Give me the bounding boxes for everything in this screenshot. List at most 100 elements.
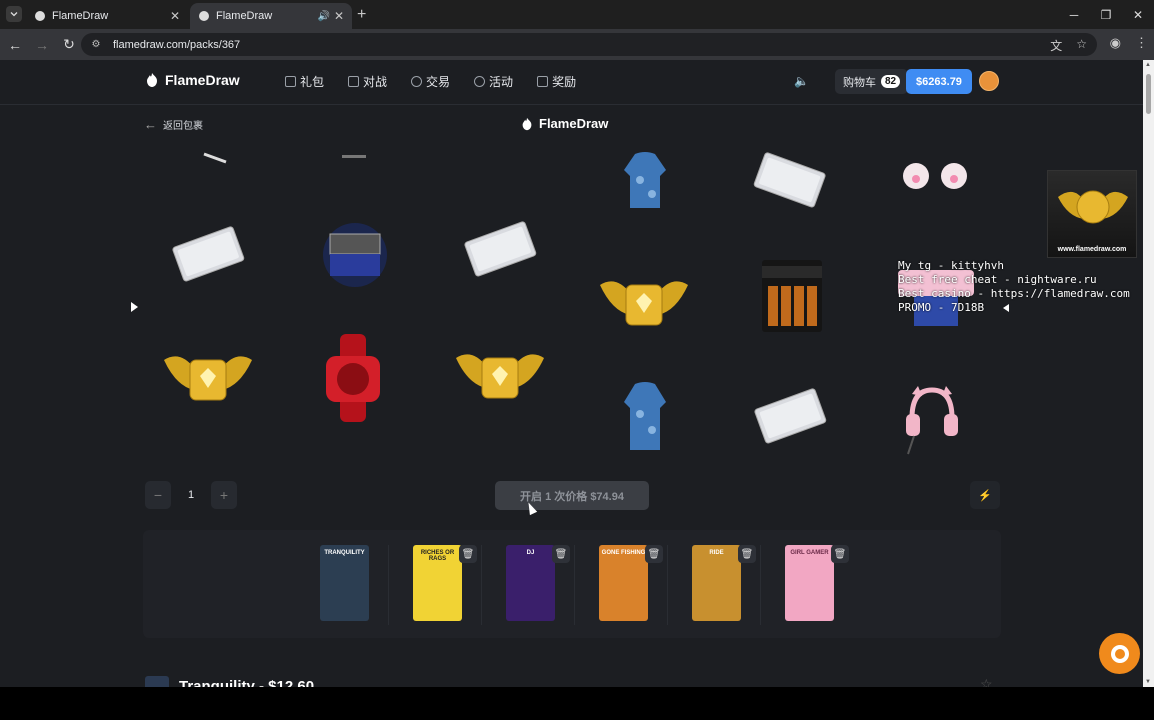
browser-toolbar: ← → ↻ ⚙ flamedraw.com/packs/367 文 ☆ ◉ ⋮ <box>0 29 1154 60</box>
trash-icon[interactable]: 🗑 <box>831 545 849 563</box>
pack-item[interactable]: GIRL GAMER 🗑 <box>766 545 854 625</box>
support-chat-button[interactable] <box>1099 633 1140 674</box>
url-text[interactable]: flamedraw.com/packs/367 <box>113 39 240 51</box>
menu-label: 奖励 <box>552 75 577 89</box>
item-partial <box>342 155 366 158</box>
profile-icon[interactable]: ◉ <box>1110 35 1121 51</box>
reward-icon <box>537 76 549 87</box>
chevron-down-icon <box>10 12 18 17</box>
open-pack-button[interactable]: 开启 1 次价格 $74.94 <box>495 481 649 510</box>
menu-item-rewards[interactable]: 奖励 <box>537 73 576 90</box>
pink-cat-headphones-item <box>906 386 958 455</box>
flamedraw-favicon <box>199 11 209 21</box>
pack-item[interactable]: GONE FISHING 🗑 <box>580 545 668 625</box>
volume-icon[interactable]: 🔈 <box>794 74 809 88</box>
site-logo[interactable]: FlameDraw <box>144 72 240 88</box>
pack-card: RIDE <box>692 545 741 621</box>
overlay-line: PROMO - 7D18B <box>898 301 985 314</box>
pack-item[interactable]: DJ 🗑 <box>487 545 575 625</box>
trash-icon[interactable]: 🗑 <box>645 545 663 563</box>
cat-paw-grips-item <box>903 163 967 189</box>
item-box-item <box>323 223 387 287</box>
overlay-line: Best casino - https://flamedraw.com <box>898 287 1130 300</box>
decrement-button[interactable]: − <box>145 481 171 509</box>
new-tab-button[interactable]: + <box>357 6 366 24</box>
pack-item[interactable]: RIDE 🗑 <box>673 545 761 625</box>
silver-ticket-item <box>172 226 245 282</box>
pack-name: RICHES OR RAGS <box>420 550 455 562</box>
bookmark-star-icon[interactable]: ☆ <box>1076 37 1087 54</box>
quantity-value[interactable]: 1 <box>171 489 211 501</box>
back-button[interactable]: ← <box>3 33 27 57</box>
trade-icon <box>411 76 423 87</box>
browser-tab-active[interactable]: FlameDraw 🔊 ✕ <box>190 3 352 29</box>
gold-badge-logo <box>1058 190 1128 224</box>
avatar[interactable] <box>979 71 999 91</box>
pack-title: Tranquility - $12.60 <box>179 677 315 688</box>
site-info-icon[interactable]: ⚙ <box>89 38 103 52</box>
pack-item[interactable]: TRANQUILITY <box>301 545 389 625</box>
scroll-up-icon[interactable]: ▲ <box>1145 62 1151 68</box>
increment-button[interactable]: + <box>211 481 237 509</box>
pack-name: GONE FISHING <box>601 550 646 556</box>
gold-wings-badge-item <box>600 281 688 326</box>
overlay-line: My tg - kittyhvh <box>898 259 1004 272</box>
selected-packs-panel: TRANQUILITY RICHES OR RAGS 🗑 DJ 🗑 GONE F… <box>143 530 1001 638</box>
tab-search-button[interactable] <box>6 6 22 22</box>
trash-icon[interactable]: 🗑 <box>552 545 570 563</box>
fast-open-button[interactable]: ⚡ <box>970 481 1000 509</box>
silver-ticket-item <box>754 388 827 444</box>
close-tab-icon[interactable]: ✕ <box>170 9 180 23</box>
reel-indicator-left <box>131 302 138 312</box>
reload-button[interactable]: ↻ <box>57 33 81 57</box>
pack-name: RIDE <box>709 550 724 556</box>
pack-item[interactable]: RICHES OR RAGS 🗑 <box>394 545 482 625</box>
menu-label: 对战 <box>363 75 388 89</box>
translate-icon[interactable]: 文 <box>1050 37 1062 54</box>
chat-icon <box>1110 644 1129 663</box>
menu-item-events[interactable]: 活动 <box>474 73 513 90</box>
more-menu-icon[interactable]: ⋮ <box>1135 35 1148 51</box>
star-icon[interactable]: ☆ <box>980 676 993 687</box>
tab-audio-icon[interactable]: 🔊 <box>317 11 329 22</box>
window-controls: ─ ❐ ✕ <box>1058 0 1154 29</box>
menu-label: 活动 <box>489 75 514 89</box>
pack-card: RICHES OR RAGS <box>413 545 462 621</box>
flame-logo-icon <box>147 73 157 87</box>
pack-thumbnail <box>145 676 169 687</box>
maximize-button[interactable]: ❐ <box>1090 0 1122 29</box>
menu-item-battles[interactable]: 对战 <box>348 73 387 90</box>
browser-tab[interactable]: FlameDraw ✕ <box>26 3 188 29</box>
center-brand: FlameDraw <box>520 116 608 131</box>
menu-item-gifts[interactable]: 礼包 <box>285 73 324 90</box>
balance-button[interactable]: $6263.79 <box>906 69 972 94</box>
page-content: FlameDraw 礼包 对战 交易 活动 奖励 🔈 购物车 82 $6263.… <box>0 60 1143 687</box>
cart-button[interactable]: 购物车 82 <box>835 69 909 94</box>
knife-item-partial <box>203 152 227 164</box>
close-window-button[interactable]: ✕ <box>1122 0 1154 29</box>
cart-count-badge: 82 <box>881 75 901 88</box>
forward-button[interactable]: → <box>30 33 54 57</box>
menu-item-trade[interactable]: 交易 <box>411 73 450 90</box>
minimize-button[interactable]: ─ <box>1058 0 1090 29</box>
site-header: FlameDraw 礼包 对战 交易 活动 奖励 🔈 购物车 82 $6263.… <box>0 60 1143 105</box>
blue-camo-hoodie-item <box>624 382 666 450</box>
close-tab-icon[interactable]: ✕ <box>334 9 344 23</box>
trash-icon[interactable]: 🗑 <box>738 545 756 563</box>
scroll-down-icon[interactable]: ▼ <box>1145 679 1151 685</box>
flamedraw-badge-image: www.flamedraw.com <box>1047 170 1137 258</box>
back-to-packs-link[interactable]: ← 返回包裹 <box>144 117 203 132</box>
page-scrollbar[interactable]: ▲ ▼ <box>1143 60 1154 687</box>
menu-label: 礼包 <box>300 75 325 89</box>
cart-label: 购物车 <box>843 76 876 89</box>
duracell-batteries-item <box>762 260 822 332</box>
flame-logo-icon <box>522 117 532 130</box>
flamedraw-favicon <box>35 11 45 21</box>
address-bar[interactable]: ⚙ flamedraw.com/packs/367 文 ☆ <box>81 33 1097 56</box>
trash-icon[interactable]: 🗑 <box>459 545 477 563</box>
event-icon <box>474 76 486 87</box>
silver-ticket-item <box>464 221 537 277</box>
scrollbar-thumb[interactable] <box>1146 74 1151 114</box>
screen-bottom-bar <box>0 687 1154 720</box>
pack-card: GIRL GAMER <box>785 545 834 621</box>
